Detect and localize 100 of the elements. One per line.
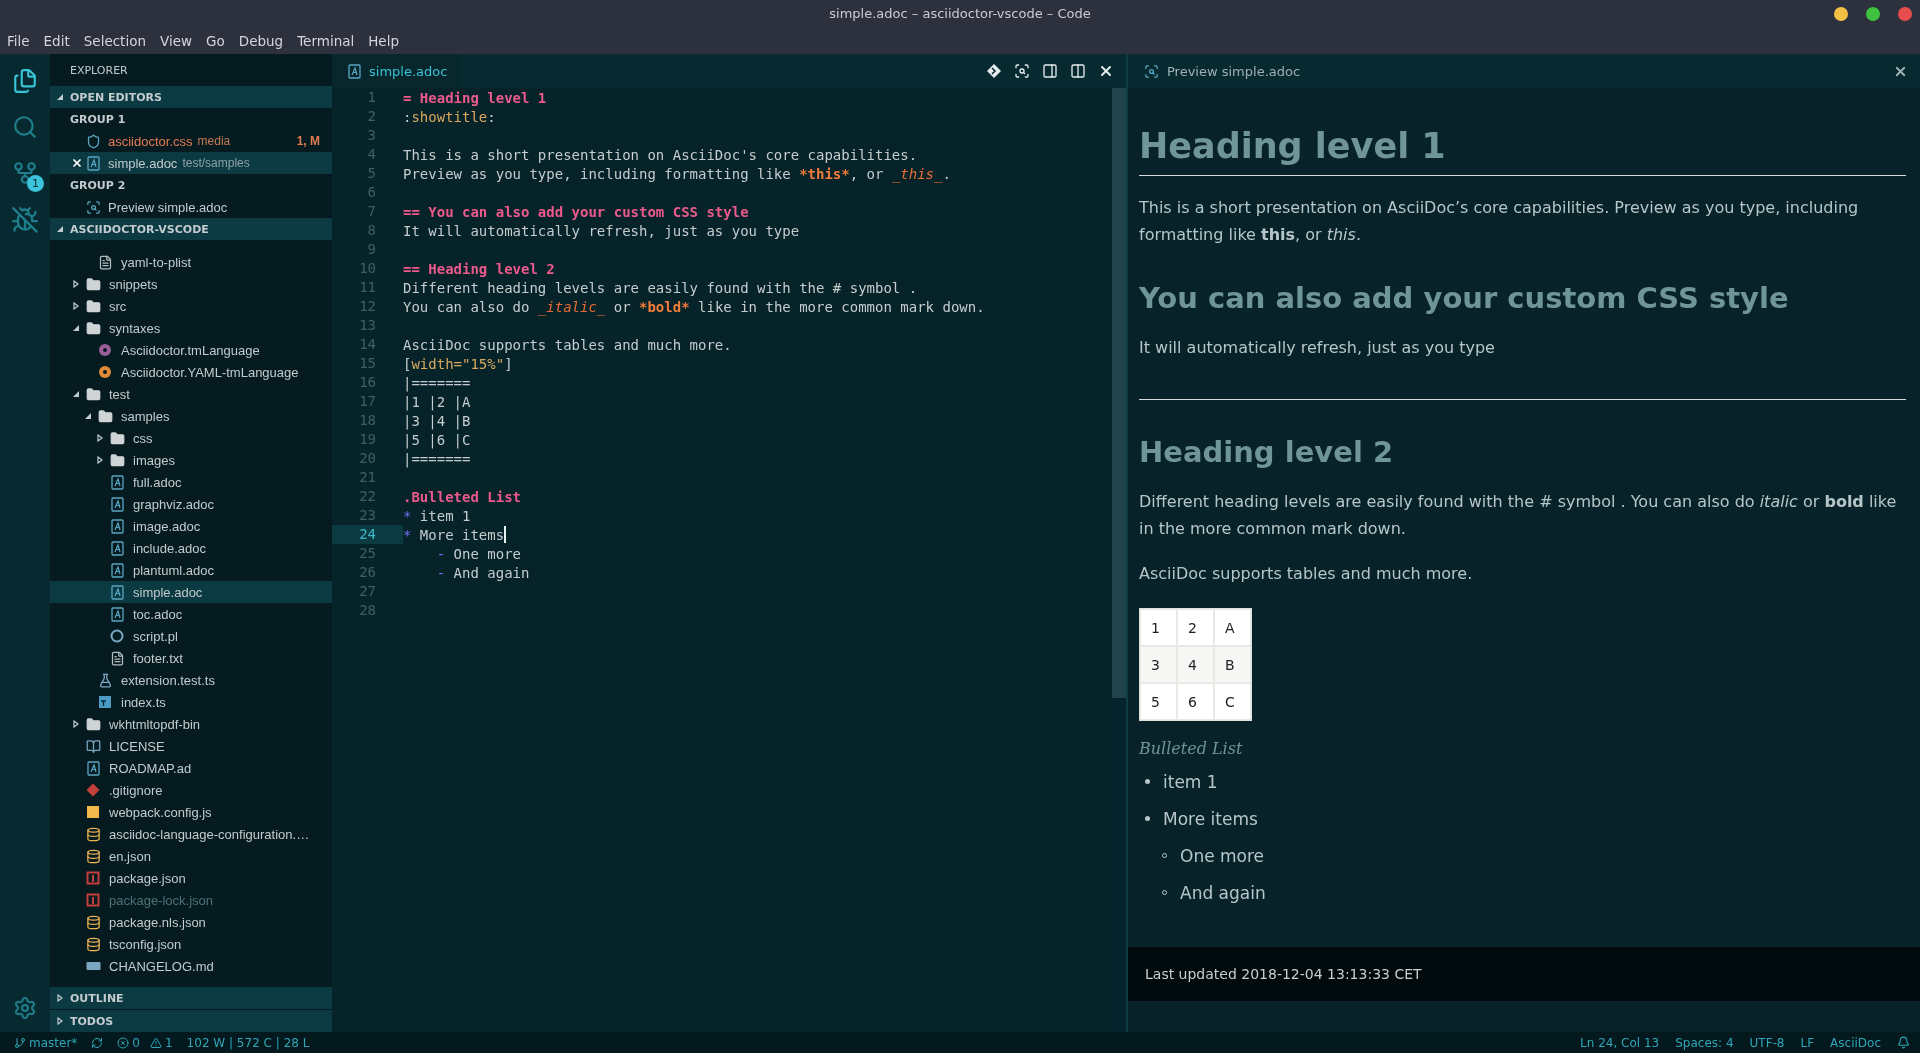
collapsed-arrow-icon[interactable]: [72, 280, 80, 288]
section-heading: You can also add your custom CSS style: [1139, 280, 1790, 316]
tree-item[interactable]: en.json: [50, 845, 332, 867]
search-icon[interactable]: [12, 114, 38, 140]
tree-item[interactable]: graphviz.adoc: [50, 493, 332, 515]
menu-item[interactable]: Terminal: [290, 32, 362, 49]
collapsed-arrow-icon[interactable]: [96, 456, 104, 464]
collapsed-arrow-icon[interactable]: [96, 434, 104, 442]
collapsed-arrow-icon[interactable]: [72, 720, 80, 728]
collapsed-arrow-icon[interactable]: [72, 302, 80, 310]
line-number: 28: [358, 601, 377, 620]
collapsed-arrow-icon[interactable]: [56, 994, 64, 1002]
tree-item[interactable]: extension.test.ts: [50, 669, 332, 691]
tree-item[interactable]: ROADMAP.ad: [50, 757, 332, 779]
tree-item[interactable]: .gitignore: [50, 779, 332, 801]
menu-item[interactable]: View: [152, 32, 199, 49]
open-editor-item[interactable]: Preview simple.adoc: [50, 196, 332, 218]
tree-item[interactable]: simple.adoc: [50, 581, 332, 603]
table-cell: B: [1214, 646, 1251, 683]
line-number: 17: [358, 392, 377, 411]
menu-item[interactable]: Edit: [36, 32, 77, 49]
expanded-arrow-icon[interactable]: [84, 412, 92, 420]
tree-item[interactable]: asciidoc-language-configuration.…: [50, 823, 332, 845]
notifications-icon[interactable]: [1897, 1036, 1910, 1049]
open-editor-item[interactable]: asciidoctor.css media 1, M: [50, 130, 332, 152]
tree-item[interactable]: toc.adoc: [50, 603, 332, 625]
code-line: * item 1: [403, 507, 471, 524]
tree-item[interactable]: script.pl: [50, 625, 332, 647]
files-icon[interactable]: [12, 68, 38, 94]
section-header[interactable]: OUTLINE: [50, 987, 332, 1009]
tree-item[interactable]: src: [50, 295, 332, 317]
code-line: |=======: [403, 374, 471, 391]
tree-item[interactable]: Asciidoctor.YAML-tmLanguage: [50, 361, 332, 383]
tree-item[interactable]: package.nls.json: [50, 911, 332, 933]
tree-item[interactable]: wkhtmltopdf-bin: [50, 713, 332, 735]
tree-item[interactable]: footer.txt: [50, 647, 332, 669]
list-item: item 1: [1163, 771, 1218, 792]
menu-item[interactable]: Go: [199, 32, 232, 49]
status-item[interactable]: Spaces: 4: [1675, 1035, 1734, 1050]
expanded-arrow-icon[interactable]: [72, 324, 80, 332]
close-button[interactable]: [1898, 6, 1912, 21]
code-line: = Heading level 1: [403, 89, 547, 106]
settings-icon[interactable]: [13, 996, 37, 1020]
tree-item[interactable]: tsconfig.json: [50, 933, 332, 955]
tree-item[interactable]: syntaxes: [50, 317, 332, 339]
code-line: - And again: [435, 564, 530, 581]
section-header[interactable]: TODOS: [50, 1010, 332, 1032]
menu-item[interactable]: Debug: [231, 32, 291, 49]
tree-item[interactable]: snippets: [50, 273, 332, 295]
tree-item[interactable]: CHANGELOG.md: [50, 955, 332, 977]
bullet-icon: [1145, 816, 1150, 821]
line-number: 2: [366, 107, 377, 126]
problems-indicator[interactable]: 0 1: [117, 1035, 173, 1050]
menu-item[interactable]: Help: [361, 32, 406, 49]
close-icon[interactable]: [1098, 63, 1114, 79]
tree-item[interactable]: package.json: [50, 867, 332, 889]
list-item: And again: [1180, 882, 1266, 903]
tree-item[interactable]: plantuml.adoc: [50, 559, 332, 581]
close-icon[interactable]: [71, 157, 83, 169]
code-line: It will automatically refresh, just as you type: [403, 222, 800, 239]
table-cell: 6: [1177, 683, 1214, 720]
status-item[interactable]: Ln 24, Col 13: [1580, 1035, 1660, 1050]
tree-item[interactable]: yaml-to-plist: [50, 251, 332, 273]
line-number: 1: [366, 88, 377, 107]
tree-item[interactable]: image.adoc: [50, 515, 332, 537]
expanded-arrow-icon[interactable]: [56, 93, 64, 101]
tree-item[interactable]: samples: [50, 405, 332, 427]
line-number: 22: [358, 487, 377, 506]
section-header[interactable]: OPEN EDITORS: [50, 86, 332, 108]
status-item[interactable]: LF: [1800, 1035, 1815, 1050]
split-preview-icon[interactable]: [1042, 63, 1058, 79]
split-editor-icon[interactable]: [1070, 63, 1086, 79]
tree-item[interactable]: webpack.config.js: [50, 801, 332, 823]
expanded-arrow-icon[interactable]: [56, 225, 64, 233]
collapsed-arrow-icon[interactable]: [56, 1017, 64, 1025]
menu-item[interactable]: Selection: [76, 32, 153, 49]
section-header[interactable]: ASCIIDOCTOR-VSCODE: [50, 218, 332, 240]
code-line: AsciiDoc supports tables and much more.: [403, 336, 732, 353]
tree-item[interactable]: css: [50, 427, 332, 449]
tree-item[interactable]: test: [50, 383, 332, 405]
code-line: :showtitle:: [403, 108, 496, 125]
tree-item[interactable]: images: [50, 449, 332, 471]
tree-item[interactable]: include.adoc: [50, 537, 332, 559]
status-item[interactable]: UTF-8: [1749, 1035, 1785, 1050]
minimize-button[interactable]: [1834, 6, 1848, 21]
tree-item[interactable]: LICENSE: [50, 735, 332, 757]
magnifier-icon[interactable]: [1014, 63, 1030, 79]
open-editor-item[interactable]: simple.adoc test/samples: [50, 152, 332, 174]
maximize-button[interactable]: [1866, 6, 1880, 21]
expanded-arrow-icon[interactable]: [72, 390, 80, 398]
branch-indicator[interactable]: master*: [14, 1035, 78, 1050]
source-control-icon[interactable]: [12, 160, 38, 186]
tree-item[interactable]: Asciidoctor.tmLanguage: [50, 339, 332, 361]
tree-item[interactable]: full.adoc: [50, 471, 332, 493]
debug-icon[interactable]: [11, 206, 39, 234]
diamond-icon[interactable]: [986, 63, 1002, 79]
menu-item[interactable]: File: [0, 32, 37, 49]
tree-item[interactable]: index.ts: [50, 691, 332, 713]
sync-icon[interactable]: [91, 1036, 104, 1049]
status-item[interactable]: AsciiDoc: [1830, 1035, 1881, 1050]
